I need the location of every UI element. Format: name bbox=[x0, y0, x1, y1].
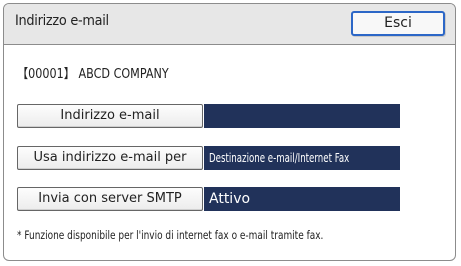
use-email-for-value-text: Destinazione e-mail/Internet Fax bbox=[209, 151, 350, 165]
send-via-smtp-value: Attivo bbox=[204, 187, 400, 211]
company-name: 【00001】 ABCD COMPANY bbox=[17, 67, 169, 82]
title-bar: Indirizzo e-mail Esci bbox=[4, 4, 455, 45]
dialog-title: Indirizzo e-mail bbox=[15, 13, 109, 29]
send-via-smtp-button[interactable]: Invia con server SMTP bbox=[17, 187, 203, 211]
setting-row-send-via-smtp: Invia con server SMTP Attivo bbox=[17, 187, 400, 211]
exit-button[interactable]: Esci bbox=[351, 11, 445, 36]
setting-row-use-email-for: Usa indirizzo e-mail per Destinazione e-… bbox=[17, 146, 400, 170]
setting-row-email-address: Indirizzo e-mail bbox=[17, 104, 400, 128]
use-email-for-value: Destinazione e-mail/Internet Fax bbox=[204, 146, 400, 170]
dialog-window: Indirizzo e-mail Esci 【00001】 ABCD COMPA… bbox=[3, 3, 456, 261]
use-email-for-button[interactable]: Usa indirizzo e-mail per bbox=[17, 146, 203, 170]
email-address-button[interactable]: Indirizzo e-mail bbox=[17, 104, 203, 128]
email-address-value bbox=[204, 104, 400, 128]
send-via-smtp-value-text: Attivo bbox=[209, 191, 251, 207]
footnote: * Funzione disponibile per l'invio di in… bbox=[17, 228, 324, 242]
